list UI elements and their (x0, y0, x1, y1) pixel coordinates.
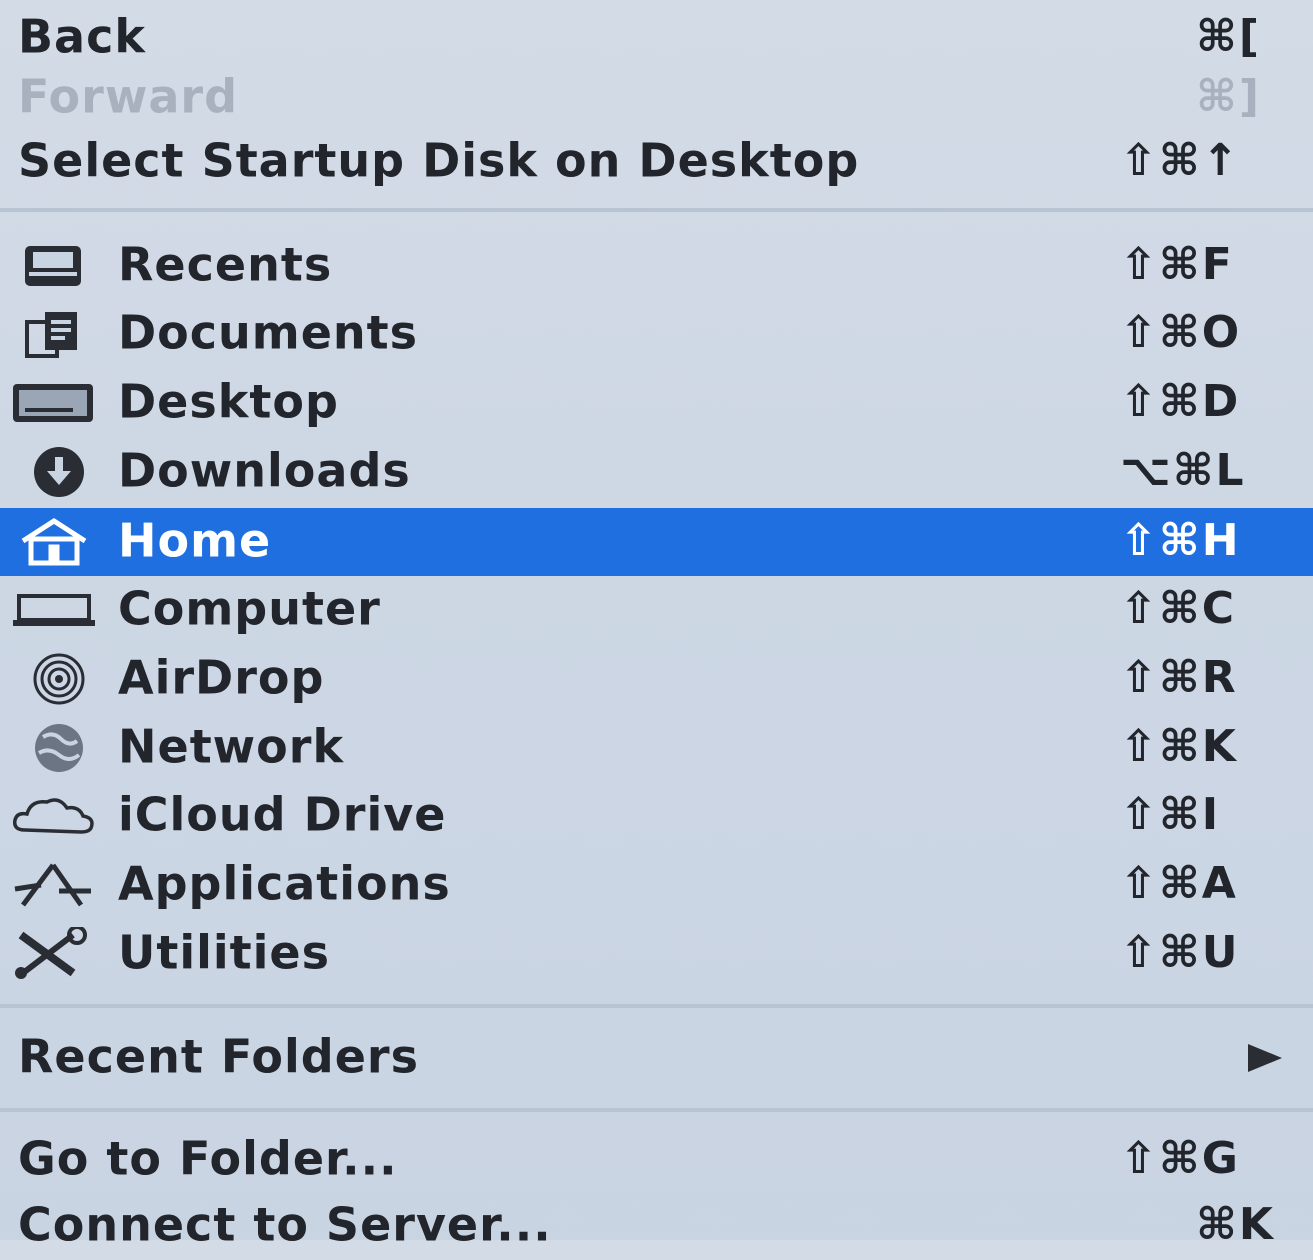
menu-item-computer[interactable]: Computer ⇧⌘C (0, 576, 1313, 644)
menu-item-shortcut: ⌘K (1196, 1198, 1275, 1250)
menu-item-shortcut: ⌥⌘L (1120, 444, 1246, 496)
menu-item-shortcut: ⇧⌘A (1120, 857, 1238, 909)
menu-item-applications[interactable]: Applications ⇧⌘A (0, 851, 1313, 919)
network-icon (10, 720, 98, 776)
menu-item-shortcut: ⌘[ (1196, 10, 1261, 62)
menu-item-home[interactable]: Home ⇧⌘H (0, 508, 1313, 576)
menu-item-label: Desktop (118, 374, 339, 429)
menu-item-shortcut: ⇧⌘H (1120, 514, 1241, 566)
menu-item-label: Computer (118, 581, 381, 636)
menu-item-airdrop[interactable]: AirDrop ⇧⌘R (0, 645, 1313, 713)
menu-item-back[interactable]: Back ⌘[ (0, 4, 1313, 72)
menu-item-shortcut: ⇧⌘I (1120, 788, 1221, 840)
menu-item-label: Recents (118, 237, 333, 292)
menu-item-label: AirDrop (118, 650, 325, 705)
menu-item-select-startup-disk[interactable]: Select Startup Disk on Desktop ⇧⌘↑ (0, 128, 1313, 196)
submenu-arrow-icon (1248, 1044, 1282, 1072)
menu-item-documents[interactable]: Documents ⇧⌘O (0, 300, 1313, 368)
home-icon (10, 514, 98, 570)
menu-item-shortcut: ⇧⌘U (1120, 926, 1240, 978)
menu-item-connect-to-server[interactable]: Connect to Server... ⌘K (0, 1192, 1313, 1260)
icloud-icon (10, 788, 98, 844)
menu-separator (0, 1108, 1313, 1112)
menu-item-label: Documents (118, 305, 419, 360)
menu-item-label: Recent Folders (18, 1029, 419, 1084)
menu-item-label: Connect to Server... (18, 1197, 552, 1252)
menu-item-icloud-drive[interactable]: iCloud Drive ⇧⌘I (0, 782, 1313, 850)
menu-item-forward: Forward ⌘] (0, 64, 1313, 132)
airdrop-icon (10, 651, 98, 707)
computer-icon (10, 582, 98, 638)
menu-item-network[interactable]: Network ⇧⌘K (0, 714, 1313, 782)
menu-separator (0, 208, 1313, 212)
menu-item-shortcut: ⇧⌘R (1120, 651, 1238, 703)
menu-item-shortcut: ⇧⌘K (1120, 720, 1238, 772)
menu-separator (0, 1004, 1313, 1008)
menu-item-label: Home (118, 513, 272, 568)
desktop-icon (10, 375, 98, 431)
downloads-icon (10, 444, 98, 500)
menu-item-label: Utilities (118, 925, 330, 980)
menu-item-shortcut: ⇧⌘↑ (1120, 134, 1241, 186)
menu-item-label: Go to Folder... (18, 1131, 398, 1186)
menu-item-recent-folders[interactable]: Recent Folders (0, 1024, 1313, 1092)
menu-item-shortcut: ⇧⌘F (1120, 238, 1234, 290)
recents-icon (10, 238, 98, 294)
documents-icon (10, 306, 98, 362)
utilities-icon (10, 926, 98, 982)
menu-item-desktop[interactable]: Desktop ⇧⌘D (0, 369, 1313, 437)
menu-item-shortcut: ⇧⌘C (1120, 582, 1236, 634)
menu-item-label: Network (118, 719, 345, 774)
menu-item-shortcut: ⇧⌘O (1120, 306, 1242, 358)
menu-item-label: Forward (18, 69, 238, 124)
menu-item-go-to-folder[interactable]: Go to Folder... ⇧⌘G (0, 1126, 1313, 1194)
menu-item-label: Back (18, 9, 146, 64)
menu-item-recents[interactable]: Recents ⇧⌘F (0, 232, 1313, 300)
menu-item-label: iCloud Drive (118, 787, 447, 842)
menu-item-label: Select Startup Disk on Desktop (18, 133, 860, 188)
menu-item-utilities[interactable]: Utilities ⇧⌘U (0, 920, 1313, 988)
menu-item-shortcut: ⇧⌘G (1120, 1132, 1240, 1184)
go-menu: Back ⌘[ Forward ⌘] Select Startup Disk o… (0, 0, 1313, 1251)
menu-item-label: Applications (118, 856, 451, 911)
menu-item-shortcut: ⇧⌘D (1120, 375, 1241, 427)
menu-item-downloads[interactable]: Downloads ⌥⌘L (0, 438, 1313, 506)
menu-item-shortcut: ⌘] (1196, 70, 1261, 122)
menu-item-label: Downloads (118, 443, 411, 498)
applications-icon (10, 857, 98, 913)
